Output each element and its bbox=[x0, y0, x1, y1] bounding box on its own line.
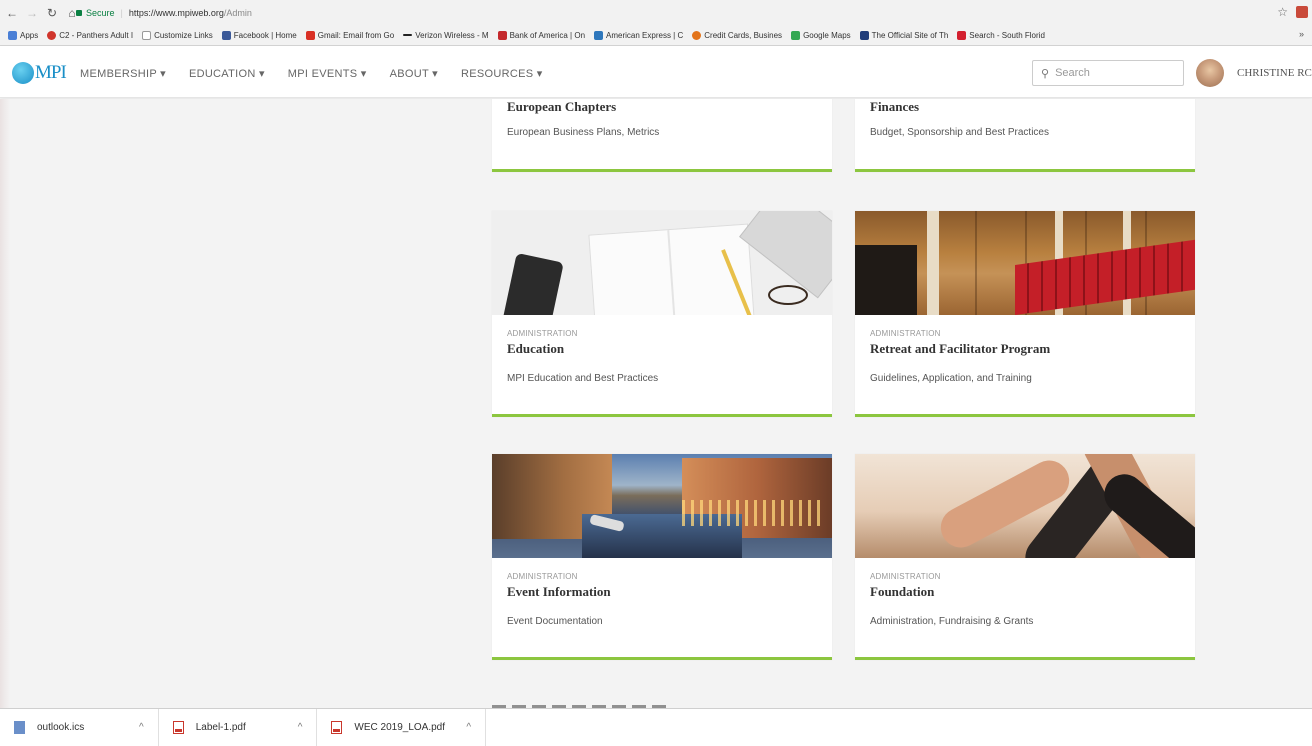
bookmark-star-icon[interactable]: ☆ bbox=[1277, 5, 1288, 19]
card-european-chapters[interactable]: European Chapters European Business Plan… bbox=[492, 99, 832, 172]
download-item[interactable]: outlook.ics ^ bbox=[0, 708, 159, 746]
card-description: Administration, Fundraising & Grants bbox=[870, 616, 1034, 627]
card-description: Guidelines, Application, and Training bbox=[870, 373, 1032, 384]
download-filename: WEC 2019_LOA.pdf bbox=[354, 722, 446, 733]
bookmark-favicon-icon bbox=[47, 30, 57, 40]
bookmark-item[interactable]: Google Maps bbox=[791, 30, 851, 40]
card-category: ADMINISTRATION bbox=[507, 329, 578, 338]
card-title: Event Information bbox=[507, 584, 611, 599]
reload-icon[interactable]: ↻ bbox=[44, 6, 60, 20]
card-description: Budget, Sponsorship and Best Practices bbox=[870, 127, 1049, 138]
gmail-extension-icon[interactable] bbox=[1296, 6, 1308, 18]
secure-label: Secure bbox=[86, 8, 115, 18]
download-filename: outlook.ics bbox=[37, 722, 85, 733]
amex-icon bbox=[594, 30, 604, 40]
download-item[interactable]: Label-1.pdf ^ bbox=[159, 708, 318, 746]
card-title: Education bbox=[507, 341, 565, 356]
card-finances[interactable]: Finances Budget, Sponsorship and Best Pr… bbox=[855, 99, 1195, 172]
card-education[interactable]: ADMINISTRATION Education MPI Education a… bbox=[492, 211, 832, 417]
nav-resources[interactable]: RESOURCES ▾ bbox=[461, 67, 543, 80]
apps-grid-icon bbox=[8, 30, 17, 40]
pdf-file-icon bbox=[172, 721, 184, 734]
card-category: ADMINISTRATION bbox=[870, 572, 941, 581]
browser-chrome: ← → ↻ ⌂ Secure | https://www.mpiweb.org/… bbox=[0, 0, 1312, 46]
user-name[interactable]: CHRISTINE RC bbox=[1237, 67, 1312, 79]
flag-icon bbox=[859, 30, 869, 40]
bank-icon bbox=[497, 30, 507, 40]
downloads-bar: outlook.ics ^ Label-1.pdf ^ WEC 2019_LOA… bbox=[0, 708, 1312, 746]
bookmark-item[interactable]: Apps bbox=[8, 30, 38, 40]
back-arrow-icon[interactable]: ← bbox=[4, 6, 20, 20]
facebook-icon bbox=[221, 30, 231, 40]
card-image bbox=[855, 211, 1195, 315]
card-title: Retreat and Facilitator Program bbox=[870, 341, 1051, 356]
chevron-up-icon[interactable]: ^ bbox=[139, 722, 144, 733]
card-title: Finances bbox=[870, 99, 920, 114]
address-bar[interactable]: Secure | https://www.mpiweb.org/Admin bbox=[76, 5, 1266, 21]
address-row: ← → ↻ ⌂ Secure | https://www.mpiweb.org/… bbox=[0, 0, 1312, 26]
bookmark-item[interactable]: Facebook | Home bbox=[221, 30, 297, 40]
card-description: MPI Education and Best Practices bbox=[507, 373, 659, 384]
card-description: Event Documentation bbox=[507, 616, 603, 627]
main-nav: MEMBERSHIP ▾ EDUCATION ▾ MPI EVENTS ▾ AB… bbox=[80, 67, 566, 80]
maps-icon bbox=[791, 30, 801, 40]
nav-education[interactable]: EDUCATION ▾ bbox=[189, 67, 265, 80]
chevron-up-icon[interactable]: ^ bbox=[466, 722, 471, 733]
bookmark-item[interactable]: American Express | C bbox=[594, 30, 683, 40]
globe-logo-icon bbox=[12, 62, 34, 84]
credit-card-icon bbox=[692, 30, 702, 40]
site-header: MPI MEMBERSHIP ▾ EDUCATION ▾ MPI EVENTS … bbox=[0, 46, 1312, 98]
ics-file-icon bbox=[14, 721, 25, 734]
search-site-icon bbox=[957, 30, 967, 40]
gmail-icon bbox=[305, 30, 315, 40]
nav-membership[interactable]: MEMBERSHIP ▾ bbox=[80, 67, 166, 80]
card-event-information[interactable]: ADMINISTRATION Event Information Event D… bbox=[492, 454, 832, 660]
card-image bbox=[855, 454, 1195, 558]
verizon-icon bbox=[403, 34, 413, 36]
mpi-logo[interactable]: MPI bbox=[12, 62, 67, 84]
avatar[interactable] bbox=[1196, 59, 1224, 87]
card-title: Foundation bbox=[870, 584, 935, 599]
bookmark-item[interactable]: Verizon Wireless - M bbox=[403, 31, 489, 40]
bookmark-item[interactable]: Bank of America | On bbox=[497, 30, 585, 40]
search-icon: ⚲ bbox=[1041, 67, 1050, 80]
bookmarks-overflow-icon[interactable]: » bbox=[1299, 29, 1304, 39]
bookmark-item[interactable]: Gmail: Email from Go bbox=[305, 30, 394, 40]
main-content: European Chapters European Business Plan… bbox=[0, 99, 1312, 708]
nav-about[interactable]: ABOUT ▾ bbox=[390, 67, 438, 80]
bookmark-item[interactable]: Credit Cards, Busines bbox=[692, 30, 782, 40]
chevron-up-icon[interactable]: ^ bbox=[298, 722, 303, 733]
bookmarks-bar: Apps C2 - Panthers Adult I Customize Lin… bbox=[0, 26, 1312, 44]
bookmark-item[interactable]: Customize Links bbox=[142, 30, 213, 40]
bookmark-item[interactable]: C2 - Panthers Adult I bbox=[47, 30, 133, 40]
bookmark-item[interactable]: The Official Site of Th bbox=[859, 30, 948, 40]
card-category: ADMINISTRATION bbox=[870, 329, 941, 338]
nav-mpi-events[interactable]: MPI EVENTS ▾ bbox=[288, 67, 367, 80]
card-foundation[interactable]: ADMINISTRATION Foundation Administration… bbox=[855, 454, 1195, 660]
card-retreat-facilitator[interactable]: ADMINISTRATION Retreat and Facilitator P… bbox=[855, 211, 1195, 417]
download-item[interactable]: WEC 2019_LOA.pdf ^ bbox=[317, 708, 487, 746]
card-image bbox=[492, 211, 832, 315]
forward-arrow-icon[interactable]: → bbox=[24, 6, 40, 20]
card-category: ADMINISTRATION bbox=[507, 572, 578, 581]
download-filename: Label-1.pdf bbox=[195, 722, 246, 733]
lock-icon bbox=[76, 10, 82, 16]
pdf-file-icon bbox=[331, 721, 343, 734]
page-icon bbox=[142, 30, 152, 40]
search-input[interactable]: ⚲ Search bbox=[1032, 60, 1184, 86]
url-text: https://www.mpiweb.org/Admin bbox=[128, 8, 252, 18]
card-description: European Business Plans, Metrics bbox=[507, 127, 660, 138]
card-image bbox=[492, 454, 832, 558]
card-title: European Chapters bbox=[507, 99, 617, 114]
bookmark-item[interactable]: Search - South Florid bbox=[957, 30, 1045, 40]
